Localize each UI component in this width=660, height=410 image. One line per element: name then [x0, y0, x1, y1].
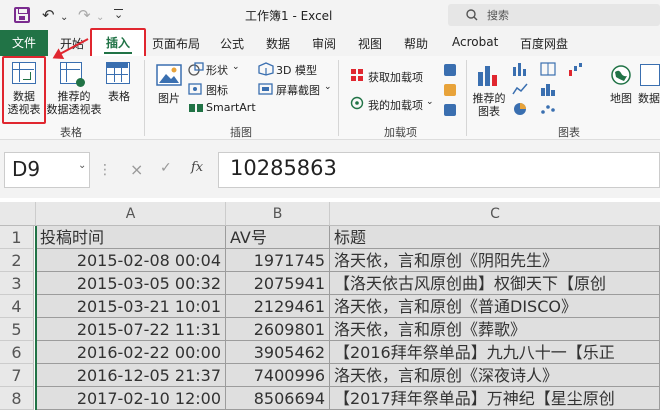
column-header-c[interactable]: C	[330, 202, 660, 226]
row-header[interactable]: 3	[0, 272, 34, 295]
3d-models-icon	[258, 62, 274, 76]
row-header[interactable]: 1	[0, 226, 34, 249]
group-separator	[466, 60, 467, 136]
search-input[interactable]	[448, 4, 660, 26]
recommended-pivot-button[interactable]: 推荐的 数据透视表	[46, 90, 102, 116]
redo-dropdown-icon[interactable]: ⌄	[96, 9, 104, 27]
formula-value: 10285863	[230, 156, 337, 180]
selection-overlay	[36, 226, 660, 410]
get-addins-icon	[351, 69, 363, 81]
hierarchy-chart-icon[interactable]	[540, 62, 556, 76]
recommended-charts-icon	[478, 66, 497, 86]
icons-icon	[188, 83, 202, 95]
name-box-dropdown-icon[interactable]: ⌄	[78, 160, 86, 171]
save-icon[interactable]	[14, 7, 30, 23]
undo-icon[interactable]: ↶	[42, 6, 55, 24]
search-placeholder: 搜索	[487, 9, 509, 22]
tab-baidu-netdisk[interactable]: 百度网盘	[520, 35, 568, 52]
smartart-button[interactable]: SmartArt	[206, 101, 256, 114]
row-header[interactable]: 7	[0, 364, 34, 387]
column-header-a[interactable]: A	[36, 202, 226, 226]
my-addins-dropdown-icon[interactable]: ⌄	[426, 97, 434, 107]
3d-models-button[interactable]: 3D 模型	[276, 62, 317, 78]
enter-icon[interactable]: ✓	[160, 160, 172, 176]
group-separator	[144, 60, 145, 136]
line-chart-icon[interactable]	[512, 82, 528, 96]
my-addins-button[interactable]: 我的加载项	[368, 97, 423, 113]
window-title: 工作簿1 - Excel	[245, 9, 333, 23]
row-header[interactable]: 5	[0, 318, 34, 341]
pivot-table-icon	[12, 62, 36, 84]
tab-view[interactable]: 视图	[358, 35, 382, 52]
screenshot-button[interactable]: 屏幕截图	[276, 82, 320, 98]
my-addins-icon	[350, 96, 364, 110]
recommended-pivot-icon	[60, 62, 85, 87]
pie-chart-icon[interactable]	[512, 102, 528, 116]
people-graph-icon[interactable]	[444, 104, 456, 116]
screenshot-dropdown-icon[interactable]: ⌄	[324, 82, 332, 92]
customize-toolbar-icon[interactable]: ⌄	[114, 9, 124, 20]
scatter-chart-icon[interactable]	[540, 102, 556, 116]
column-header-b[interactable]: B	[226, 202, 330, 226]
pivot-chart-icon	[640, 64, 660, 86]
select-all-corner[interactable]	[0, 202, 36, 226]
tab-acrobat[interactable]: Acrobat	[452, 35, 498, 49]
formula-bar-grip: ⋮	[98, 152, 112, 188]
undo-dropdown-icon[interactable]: ⌄	[60, 9, 68, 27]
tab-data[interactable]: 数据	[266, 35, 290, 52]
group-label-addins: 加载项	[384, 126, 417, 139]
cancel-icon[interactable]: ×	[130, 160, 143, 179]
screenshot-icon	[258, 83, 273, 95]
row-header[interactable]: 6	[0, 341, 34, 364]
tab-page-layout[interactable]: 页面布局	[152, 35, 200, 52]
tab-help[interactable]: 帮助	[404, 35, 428, 52]
tab-review[interactable]: 审阅	[312, 35, 336, 52]
maps-icon	[611, 65, 631, 85]
recommended-charts-button[interactable]: 推荐的 图表	[472, 92, 506, 118]
pivot-table-label: 数据 透视表	[7, 90, 41, 116]
name-box-value: D9	[12, 157, 41, 181]
tab-file[interactable]: 文件	[0, 30, 48, 56]
table-icon	[106, 62, 130, 84]
tab-insert-label: 插入	[105, 36, 130, 50]
pictures-button[interactable]: 图片	[156, 92, 182, 105]
smartart-icon	[189, 104, 203, 112]
pictures-icon	[156, 64, 182, 86]
pivot-chart-button[interactable]: 数据	[638, 92, 660, 105]
group-label-tables: 表格	[60, 126, 82, 139]
bing-icon[interactable]	[444, 84, 456, 96]
selection-border	[35, 226, 37, 410]
shapes-dropdown-icon[interactable]: ⌄	[232, 62, 240, 72]
group-label-illustrations: 插图	[230, 126, 252, 139]
group-label-charts: 图表	[558, 126, 580, 139]
shapes-button[interactable]: 形状	[206, 62, 228, 78]
row-header[interactable]: 8	[0, 387, 34, 410]
waterfall-chart-icon[interactable]	[568, 62, 584, 76]
icons-button[interactable]: 图标	[206, 82, 228, 98]
tab-formulas[interactable]: 公式	[220, 35, 244, 52]
row-header[interactable]: 2	[0, 249, 34, 272]
visio-icon[interactable]	[444, 64, 456, 76]
get-addins-button[interactable]: 获取加载项	[368, 69, 423, 85]
row-header[interactable]: 4	[0, 295, 34, 318]
insert-function-icon[interactable]: fx	[191, 160, 203, 175]
search-icon	[466, 9, 478, 21]
maps-button[interactable]: 地图	[608, 92, 634, 105]
redo-icon[interactable]: ↷	[78, 6, 91, 24]
column-chart-icon[interactable]	[512, 62, 528, 76]
statistic-chart-icon[interactable]	[540, 82, 556, 96]
shapes-icon	[188, 62, 204, 76]
group-separator	[338, 60, 339, 136]
table-button[interactable]: 表格	[104, 90, 134, 103]
tab-insert[interactable]: 插入	[90, 28, 146, 58]
